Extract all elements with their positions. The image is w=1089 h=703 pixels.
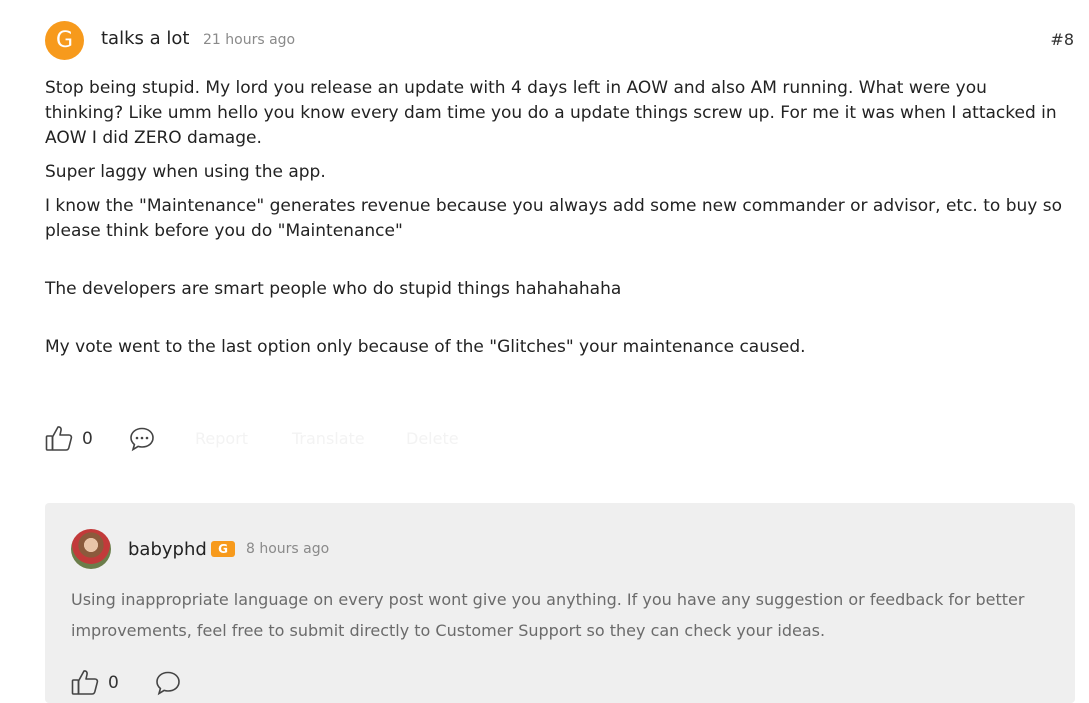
- report-link[interactable]: Report: [195, 429, 248, 448]
- post-paragraph: I know the "Maintenance" generates reven…: [45, 196, 1062, 241]
- reply-body: Using inappropriate language on every po…: [71, 590, 1025, 640]
- post-paragraph: My vote went to the last option only bec…: [45, 337, 806, 357]
- reply-like-button[interactable]: [71, 668, 99, 700]
- reply-author-badge: G: [211, 541, 235, 557]
- comment-icon: [156, 671, 180, 696]
- reply-timestamp: 8 hours ago: [246, 541, 330, 557]
- translate-link[interactable]: Translate: [292, 429, 365, 448]
- reply-comment: babyphd G 8 hours ago Using inappropriat…: [45, 503, 1075, 703]
- reply-like-count: 0: [108, 673, 119, 693]
- delete-link[interactable]: Delete: [406, 429, 459, 448]
- comment-button[interactable]: [129, 426, 155, 456]
- reply-author-name[interactable]: babyphd: [128, 539, 207, 560]
- thumbs-up-icon: [45, 426, 73, 451]
- comment-icon: [130, 427, 154, 452]
- post-body: Stop being stupid. My lord you release a…: [45, 76, 1070, 369]
- post-actions: 0 Report Translate Delete: [45, 424, 645, 454]
- like-button[interactable]: [45, 424, 73, 456]
- post-paragraph: Super laggy when using the app.: [45, 162, 326, 182]
- thumbs-up-icon: [71, 670, 99, 695]
- reply-author-avatar[interactable]: [71, 529, 111, 569]
- post-number[interactable]: #8: [1050, 30, 1074, 49]
- post-timestamp: 21 hours ago: [203, 32, 296, 48]
- post-paragraph: The developers are smart people who do s…: [45, 279, 622, 299]
- author-avatar[interactable]: G: [45, 21, 84, 60]
- reply-comment-button[interactable]: [155, 670, 181, 700]
- like-count: 0: [82, 429, 93, 449]
- post-paragraph: Stop being stupid. My lord you release a…: [45, 78, 1057, 148]
- author-name[interactable]: talks a lot: [101, 28, 189, 49]
